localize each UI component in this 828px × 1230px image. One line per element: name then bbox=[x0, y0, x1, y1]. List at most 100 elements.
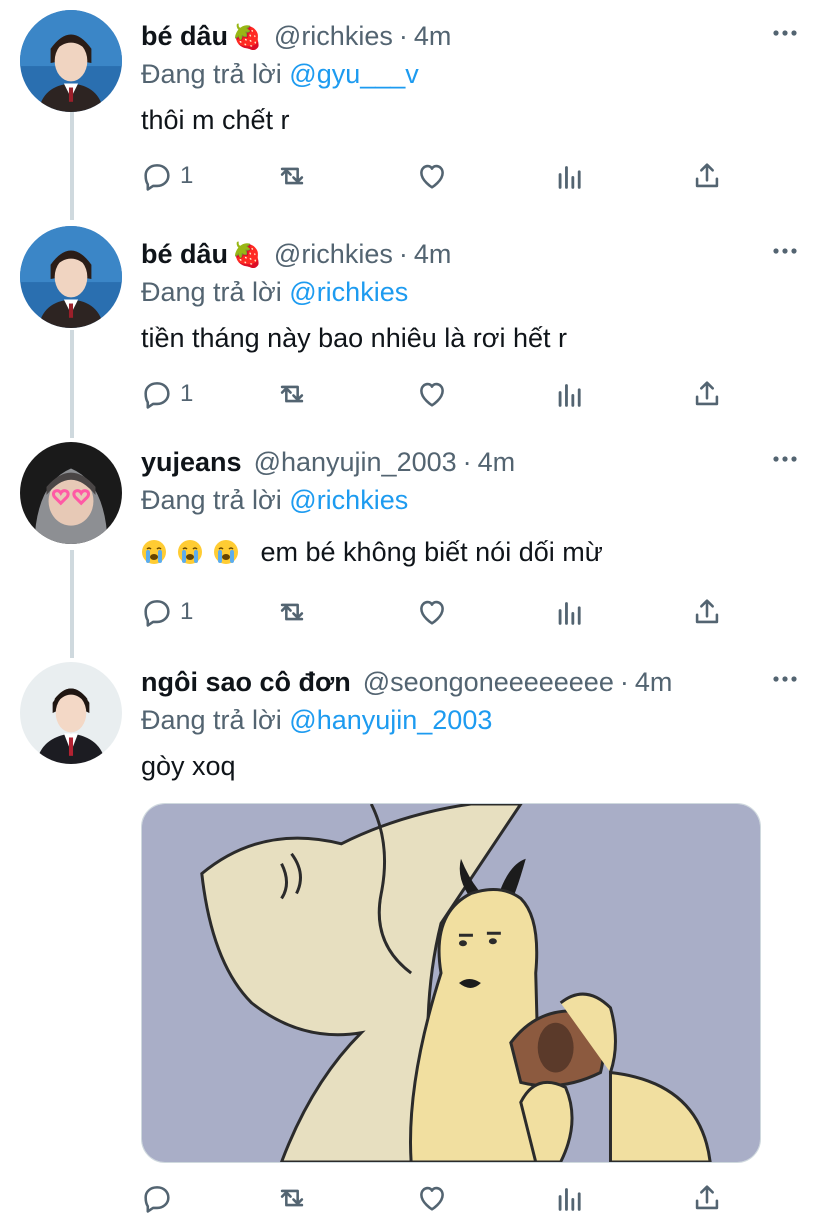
analytics-icon bbox=[558, 384, 581, 407]
replying-to-label: Đang trả lời bbox=[141, 59, 282, 89]
share-button[interactable] bbox=[690, 374, 724, 414]
retweet-button[interactable] bbox=[275, 592, 309, 632]
timestamp[interactable]: 4m bbox=[414, 239, 452, 269]
reply-button[interactable]: 1 bbox=[140, 374, 193, 414]
like-button[interactable] bbox=[415, 1178, 449, 1218]
action-bar: 1 bbox=[140, 592, 740, 632]
tweet-text: tiền tháng này bao nhiêu là rơi hết r bbox=[141, 323, 567, 353]
share-button[interactable] bbox=[690, 156, 724, 196]
display-name[interactable]: bé dâu bbox=[141, 239, 228, 269]
retweet-button[interactable] bbox=[275, 156, 309, 196]
retweet-icon bbox=[280, 1189, 304, 1207]
timestamp[interactable]: 4m bbox=[478, 447, 516, 477]
like-icon bbox=[420, 600, 444, 625]
loudly-crying-face-icon bbox=[178, 540, 202, 564]
analytics-button[interactable] bbox=[553, 1178, 587, 1218]
avatar[interactable] bbox=[20, 442, 122, 544]
mention-link[interactable]: @richkies bbox=[289, 277, 408, 307]
strawberry-emoji: 🍓 bbox=[232, 24, 262, 51]
tweet-text: em bé không biết nói dối mừ bbox=[260, 537, 603, 567]
tweet-text: gòy xoq bbox=[141, 751, 236, 781]
analytics-icon bbox=[558, 602, 581, 625]
analytics-icon bbox=[558, 166, 581, 189]
mention-link[interactable]: @hanyujin_2003 bbox=[289, 705, 492, 735]
username[interactable]: @richkies bbox=[274, 239, 393, 269]
retweet-button[interactable] bbox=[275, 1178, 309, 1218]
loudly-crying-face-icon bbox=[214, 540, 238, 564]
tweet-header: bé dâu 🍓 @richkies · 4m bbox=[141, 18, 758, 54]
retweet-icon bbox=[280, 603, 304, 621]
tweet[interactable]: bé dâu 🍓 @richkies · 4m Đang trả lời @gyu___… bbox=[0, 4, 828, 218]
strawberry-emoji: 🍓 bbox=[232, 242, 262, 269]
share-icon bbox=[695, 381, 719, 406]
replying-to: Đang trả lời @gyu___v bbox=[141, 56, 419, 92]
more-horizontal-icon[interactable] bbox=[770, 664, 800, 694]
mention-link[interactable]: @richkies bbox=[289, 485, 408, 515]
tweet[interactable]: yujeans @hanyujin_2003 · 4m Đang trả lời @r… bbox=[0, 430, 828, 650]
like-button[interactable] bbox=[415, 592, 449, 632]
analytics-icon bbox=[558, 1188, 581, 1211]
action-bar: 1 bbox=[140, 374, 740, 414]
tweet-header: yujeans @hanyujin_2003 · 4m bbox=[141, 444, 758, 480]
mention-link[interactable]: @gyu___v bbox=[289, 59, 419, 89]
tweet-text-row: em bé không biết nói dối mừ bbox=[141, 534, 603, 570]
reply-count: 1 bbox=[180, 380, 194, 407]
analytics-button[interactable] bbox=[553, 156, 587, 196]
replying-to: Đang trả lời @richkies bbox=[141, 482, 408, 518]
like-icon bbox=[420, 1186, 444, 1211]
reply-count: 1 bbox=[180, 162, 194, 189]
share-button[interactable] bbox=[690, 1178, 724, 1218]
reply-button[interactable]: 1 bbox=[140, 156, 193, 196]
username[interactable]: @hanyujin_2003 bbox=[254, 447, 457, 477]
separator: · bbox=[462, 447, 472, 477]
avatar[interactable] bbox=[20, 226, 122, 328]
avatar[interactable] bbox=[20, 10, 122, 112]
tweet[interactable]: bé dâu 🍓 @richkies · 4m Đang trả lời @richki… bbox=[0, 222, 828, 436]
timestamp[interactable]: 4m bbox=[635, 667, 673, 697]
reply-icon bbox=[144, 600, 170, 627]
more-horizontal-icon[interactable] bbox=[770, 236, 800, 266]
separator: · bbox=[398, 239, 408, 269]
replying-to-label: Đang trả lời bbox=[141, 485, 282, 515]
loudly-crying-face-icon bbox=[142, 540, 166, 564]
avatar[interactable] bbox=[20, 662, 122, 764]
username[interactable]: @seongoneeeeeeee bbox=[363, 667, 614, 697]
analytics-button[interactable] bbox=[553, 592, 587, 632]
share-icon bbox=[695, 599, 719, 624]
separator: · bbox=[398, 21, 408, 51]
replying-to-label: Đang trả lời bbox=[141, 705, 282, 735]
reply-count: 1 bbox=[180, 598, 194, 625]
display-name[interactable]: bé dâu bbox=[141, 21, 228, 51]
more-horizontal-icon[interactable] bbox=[770, 18, 800, 48]
tweet-header: bé dâu 🍓 @richkies · 4m bbox=[141, 236, 758, 272]
username[interactable]: @richkies bbox=[274, 21, 393, 51]
display-name[interactable]: ngôi sao cô đơn bbox=[141, 667, 351, 697]
reply-button[interactable]: 1 bbox=[140, 592, 193, 632]
retweet-icon bbox=[280, 167, 304, 185]
like-icon bbox=[420, 382, 444, 407]
retweet-button[interactable] bbox=[275, 374, 309, 414]
display-name[interactable]: yujeans bbox=[141, 447, 242, 477]
reply-icon bbox=[144, 164, 170, 191]
like-button[interactable] bbox=[415, 374, 449, 414]
action-bar: 1 bbox=[140, 156, 740, 196]
tweet-header: ngôi sao cô đơn @seongoneeeeeeee · 4m bbox=[141, 664, 748, 700]
reply-button[interactable] bbox=[140, 1178, 174, 1218]
action-bar bbox=[140, 1178, 740, 1218]
timestamp[interactable]: 4m bbox=[414, 21, 452, 51]
more-horizontal-icon[interactable] bbox=[770, 444, 800, 474]
replying-to: Đang trả lời @richkies bbox=[141, 274, 408, 310]
reply-icon bbox=[144, 382, 170, 409]
tweet-media-image[interactable] bbox=[141, 803, 761, 1163]
like-icon bbox=[420, 164, 444, 189]
replying-to: Đang trả lời @hanyujin_2003 bbox=[141, 702, 492, 738]
replying-to-label: Đang trả lời bbox=[141, 277, 282, 307]
reply-icon bbox=[144, 1186, 170, 1213]
analytics-button[interactable] bbox=[553, 374, 587, 414]
separator: · bbox=[619, 667, 629, 697]
share-icon bbox=[695, 1185, 719, 1210]
share-icon bbox=[695, 163, 719, 188]
like-button[interactable] bbox=[415, 156, 449, 196]
retweet-icon bbox=[280, 385, 304, 403]
share-button[interactable] bbox=[690, 592, 724, 632]
